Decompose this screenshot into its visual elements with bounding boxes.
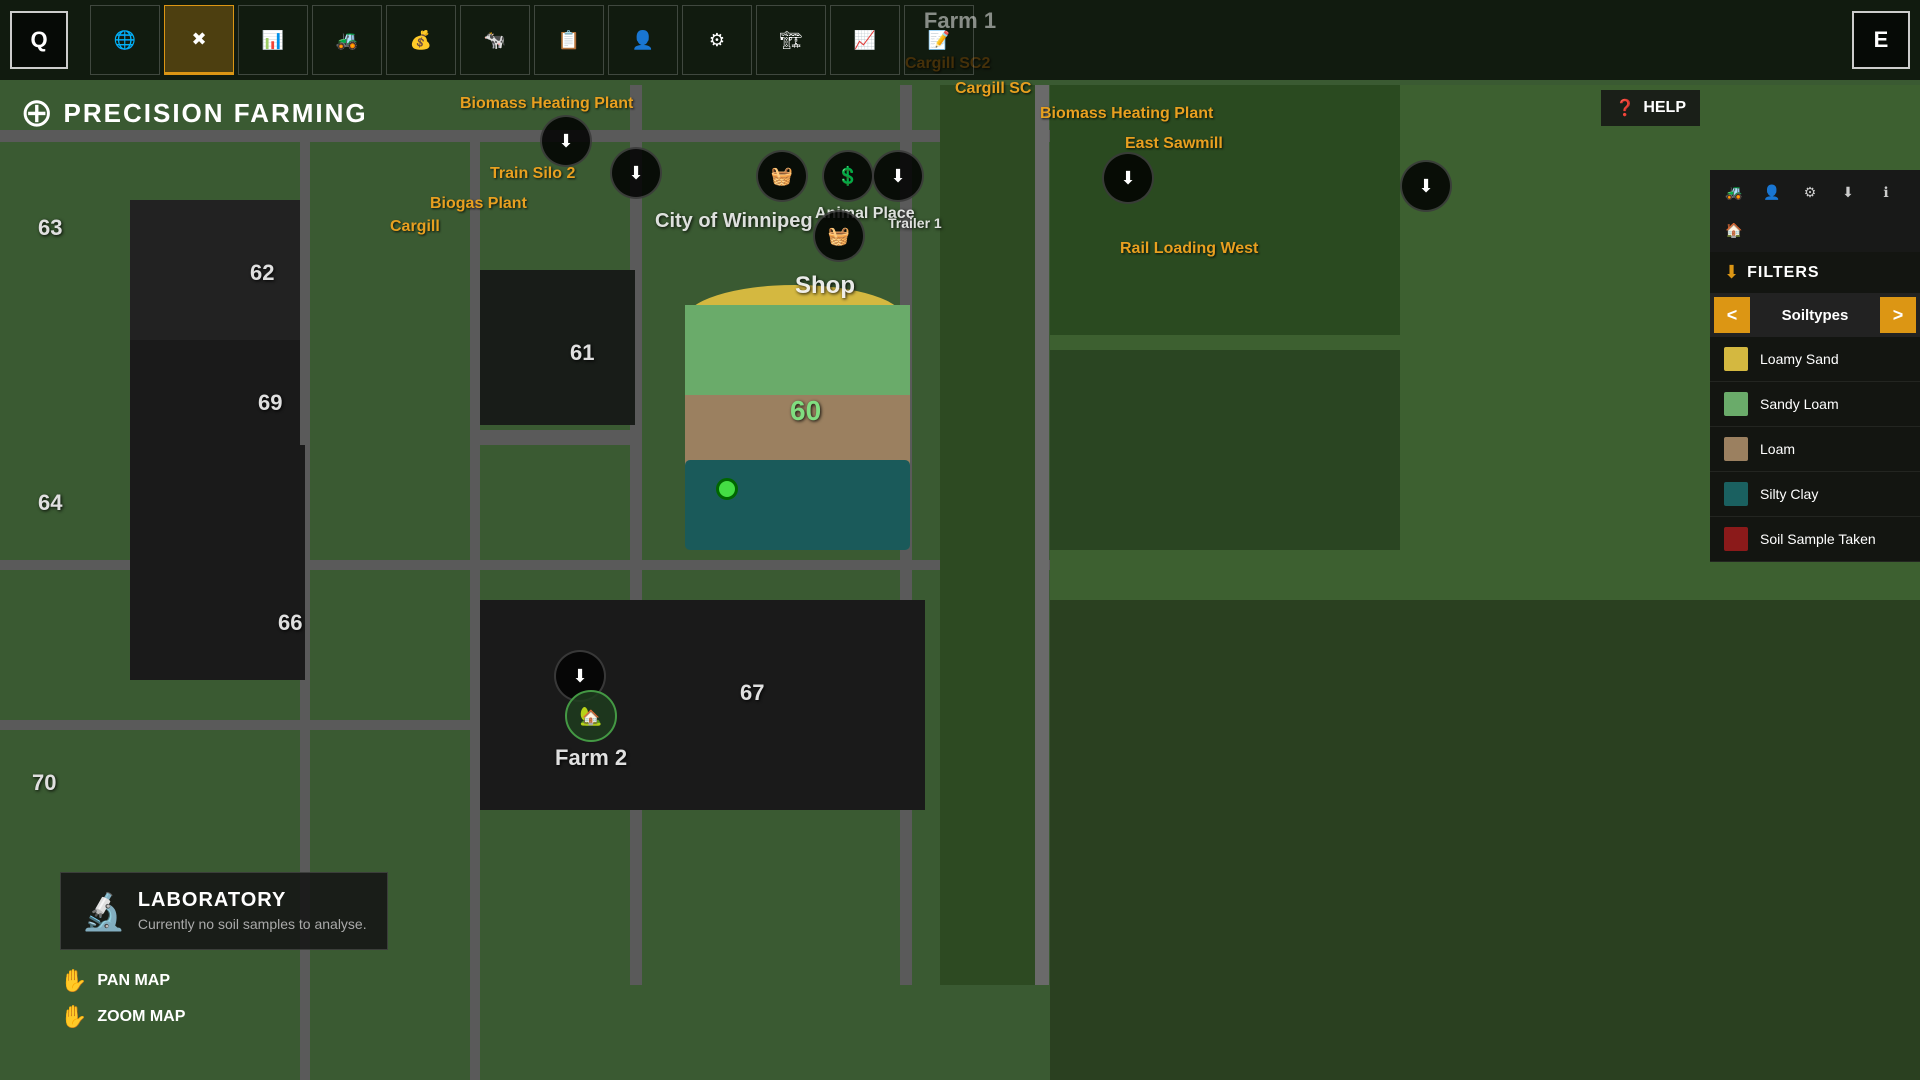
field-67-label: 67 — [740, 680, 764, 706]
loamy-sand-swatch — [1724, 347, 1748, 371]
soiltypes-prev-btn[interactable]: < — [1714, 297, 1750, 333]
help-button[interactable]: ❓ HELP — [1601, 90, 1700, 126]
silty-clay-swatch — [1724, 482, 1748, 506]
biomass-heating-plant-2: Biomass Heating Plant — [1040, 105, 1213, 123]
pan-map-control: ✋ PAN MAP — [60, 968, 185, 994]
cargill-label: Cargill — [390, 218, 440, 236]
biogas-plant-label: Biogas Plant — [430, 195, 527, 213]
download-btn-3[interactable]: ⬇ — [872, 150, 924, 202]
nav-cow[interactable]: 🐄 — [460, 5, 530, 75]
loam-swatch — [1724, 437, 1748, 461]
q-button[interactable]: Q — [10, 11, 68, 69]
help-icon: ❓ — [1615, 98, 1635, 118]
pan-label: PAN MAP — [97, 972, 170, 990]
field-61-label: 61 — [570, 340, 594, 366]
field-62-label: 62 — [250, 260, 274, 286]
east-sawmill-label: East Sawmill — [1125, 135, 1223, 153]
farm-icon-btn[interactable]: 🏡 — [565, 690, 617, 742]
toolbar-download-icon[interactable]: ⬇ — [1832, 176, 1864, 208]
laboratory-subtitle: Currently no soil samples to analyse. — [138, 916, 367, 932]
field-64-label: 64 — [38, 490, 62, 516]
map-background: Farm 1 ⊕ PRECISION FARMING Biomass Heati… — [0, 0, 1920, 1080]
loam-label: Loam — [1760, 441, 1795, 457]
laboratory-panel: 🔬 LABORATORY Currently no soil samples t… — [60, 872, 388, 950]
download-btn-2[interactable]: ⬇ — [610, 147, 662, 199]
filters-label: FILTERS — [1747, 264, 1819, 282]
icon-toolbar: 🚜 👤 ⚙ ⬇ ℹ 🏠 — [1710, 170, 1920, 252]
toolbar-person-icon[interactable]: 👤 — [1756, 176, 1788, 208]
farm2-label: Farm 2 — [555, 745, 627, 771]
nav-machine2[interactable]: 🏗 — [756, 5, 826, 75]
precision-farming-label: PRECISION FARMING — [64, 98, 368, 129]
cargill-sc-label: Cargill SC — [955, 80, 1031, 98]
nav-machine1[interactable]: ⚙ — [682, 5, 752, 75]
basket-btn-2[interactable]: 🧺 — [813, 210, 865, 262]
soil-item-silty-clay[interactable]: Silty Clay — [1710, 472, 1920, 517]
nav-chart[interactable]: 📊 — [238, 5, 308, 75]
laboratory-icon: 🔬 — [81, 891, 126, 933]
toolbar-tractor-icon[interactable]: 🚜 — [1718, 176, 1750, 208]
toolbar-info-icon[interactable]: ℹ — [1870, 176, 1902, 208]
biomass-heating-plant-1: Biomass Heating Plant — [460, 95, 633, 113]
nav-tractor[interactable]: 🚜 — [312, 5, 382, 75]
pan-icon: ✋ — [60, 968, 87, 994]
soil-item-loamy-sand[interactable]: Loamy Sand — [1710, 337, 1920, 382]
zoom-label: ZOOM MAP — [97, 1008, 185, 1026]
filters-panel: 🚜 👤 ⚙ ⬇ ℹ 🏠 ⬇ FILTERS < Soiltypes > Loam… — [1710, 170, 1920, 562]
soil-item-sandy-loam[interactable]: Sandy Loam — [1710, 382, 1920, 427]
train-silo-2-label: Train Silo 2 — [490, 165, 575, 183]
precision-farming-icon: ⊕ — [20, 90, 54, 136]
sandy-loam-swatch — [1724, 392, 1748, 416]
nav-map[interactable]: ✖ — [164, 5, 234, 75]
nav-globe[interactable]: 🌐 — [90, 5, 160, 75]
precision-farming-header: ⊕ PRECISION FARMING — [20, 90, 368, 136]
soil-item-loam[interactable]: Loam — [1710, 427, 1920, 472]
shop-label: Shop — [795, 272, 855, 300]
soil-sample-label: Soil Sample Taken — [1760, 531, 1876, 547]
price-btn[interactable]: 💲 — [822, 150, 874, 202]
loamy-sand-label: Loamy Sand — [1760, 351, 1839, 367]
trailer1-label: Trailer 1 — [888, 215, 942, 231]
city-label: City of Winnipeg — [655, 210, 813, 233]
e-button[interactable]: E — [1852, 11, 1910, 69]
download-btn-1[interactable]: ⬇ — [540, 115, 592, 167]
download-btn-4[interactable]: ⬇ — [1102, 152, 1154, 204]
field-60-label: 60 — [790, 395, 821, 427]
soiltypes-label: Soiltypes — [1750, 307, 1880, 324]
field-63-label: 63 — [38, 215, 62, 241]
download-btn-5[interactable]: ⬇ — [1400, 160, 1452, 212]
filter-icon: ⬇ — [1724, 262, 1739, 283]
field-66-label: 66 — [278, 610, 302, 636]
player-position — [716, 478, 738, 500]
zoom-map-control: ✋ ZOOM MAP — [60, 1004, 185, 1030]
rail-loading-label: Rail Loading West — [1120, 240, 1258, 258]
soiltypes-nav: < Soiltypes > — [1710, 293, 1920, 337]
toolbar-gear-icon[interactable]: ⚙ — [1794, 176, 1826, 208]
nav-person[interactable]: 👤 — [608, 5, 678, 75]
soil-item-soil-sample[interactable]: Soil Sample Taken — [1710, 517, 1920, 562]
toolbar-home-icon[interactable]: 🏠 — [1718, 214, 1750, 246]
nav-silo[interactable]: 📈 — [830, 5, 900, 75]
sandy-loam-label: Sandy Loam — [1760, 396, 1839, 412]
field-70-label: 70 — [32, 770, 56, 796]
filters-header: ⬇ FILTERS — [1710, 252, 1920, 293]
soil-sample-swatch — [1724, 527, 1748, 551]
silty-clay-label: Silty Clay — [1760, 486, 1818, 502]
laboratory-title: LABORATORY — [138, 889, 367, 912]
help-label: HELP — [1643, 99, 1686, 117]
field-69-label: 69 — [258, 390, 282, 416]
basket-btn-1[interactable]: 🧺 — [756, 150, 808, 202]
soiltypes-next-btn[interactable]: > — [1880, 297, 1916, 333]
bottom-controls: ✋ PAN MAP ✋ ZOOM MAP — [60, 968, 185, 1040]
farm1-title: Farm 1 — [924, 8, 996, 34]
nav-contract[interactable]: 📋 — [534, 5, 604, 75]
zoom-icon: ✋ — [60, 1004, 87, 1030]
nav-dollar[interactable]: 💰 — [386, 5, 456, 75]
